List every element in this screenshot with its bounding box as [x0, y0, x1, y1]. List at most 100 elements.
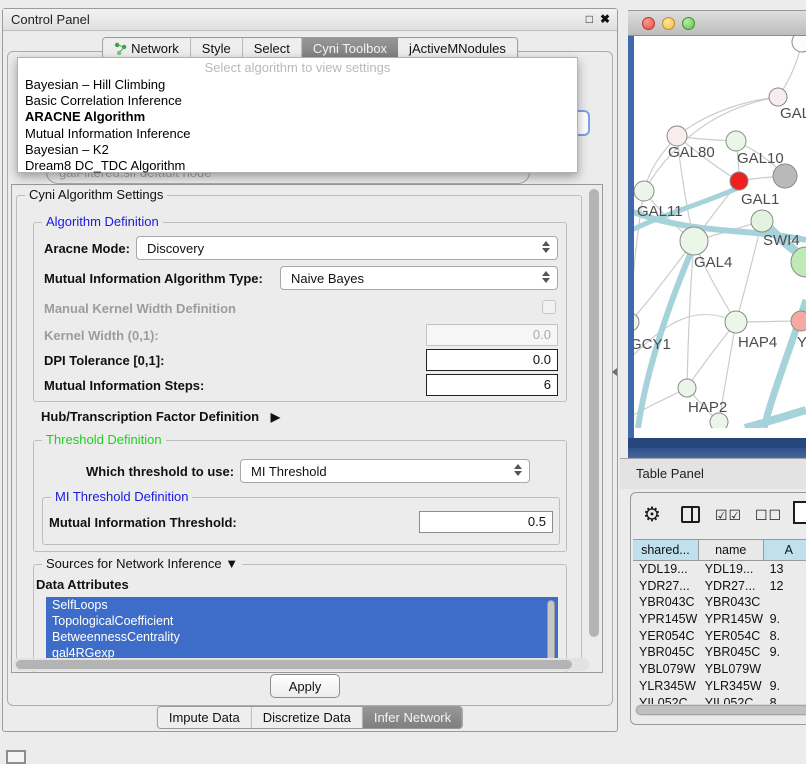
tab-jactivemnodules[interactable]: jActiveMNodules [398, 38, 517, 59]
table-row[interactable]: YLR345WYLR345W9. [633, 678, 806, 695]
threshold-definition-title: Threshold Definition [42, 432, 166, 447]
new-table-icon[interactable] [793, 501, 806, 524]
split-collapse-arrow-icon[interactable] [612, 368, 617, 376]
network-edge[interactable] [634, 241, 694, 322]
table-row[interactable]: YDR27...YDR27...12 [633, 578, 806, 595]
algorithm-option-dream8-dc-tdc-algorithm[interactable]: Dream8 DC_TDC Algorithm [18, 158, 577, 174]
column-header-a[interactable]: A [764, 540, 806, 560]
network-node[interactable] [792, 36, 806, 52]
algorithm-definition-group: Algorithm Definition Aracne Mode: Discov… [33, 222, 567, 402]
dpi-tolerance-field[interactable]: 0.0 [426, 349, 558, 371]
columns-icon[interactable] [681, 506, 700, 523]
tab-style[interactable]: Style [191, 38, 243, 59]
network-window-titlebar[interactable] [628, 10, 806, 36]
network-node[interactable] [769, 88, 787, 106]
aracne-mode-select[interactable]: Discovery [136, 236, 558, 260]
close-traffic-light-icon[interactable] [642, 17, 655, 30]
tab-discretize-data[interactable]: Discretize Data [252, 707, 363, 728]
table-cell: YER054C [699, 628, 764, 645]
column-header-shared[interactable]: shared... [633, 540, 699, 560]
minimize-traffic-light-icon[interactable] [662, 17, 675, 30]
attribute-item-selfloops[interactable]: SelfLoops [46, 597, 558, 613]
node-label-hap2: HAP2 [688, 399, 727, 416]
network-node[interactable] [730, 172, 748, 190]
settings-horizontal-scrollbar[interactable] [13, 658, 589, 671]
tab-label: Discretize Data [263, 710, 351, 725]
tab-cyni-toolbox[interactable]: Cyni Toolbox [302, 38, 398, 59]
algorithm-option-bayesian-hill-climbing[interactable]: Bayesian – Hill Climbing [18, 77, 577, 93]
tab-select[interactable]: Select [243, 38, 302, 59]
table-horizontal-scrollbar[interactable] [635, 704, 806, 716]
data-attributes-list[interactable]: SelfLoopsTopologicalCoefficientBetweenne… [46, 597, 558, 665]
table-row[interactable]: YBL079WYBL079W [633, 661, 806, 678]
float-window-icon[interactable]: □ [586, 12, 593, 26]
tab-label: jActiveMNodules [409, 41, 506, 56]
attribute-list-scrollbar[interactable] [547, 600, 557, 662]
cyni-algorithm-settings-group: Cyni Algorithm Settings Algorithm Defini… [16, 195, 582, 665]
network-node[interactable] [725, 311, 747, 333]
table-cell [764, 594, 806, 611]
hub-definition-expander[interactable]: Hub/Transcription Factor Definition ▶ [41, 409, 280, 424]
table-panel-body: ⚙ ☑☑ ☐☐ shared...nameAYDL19...YDL19...13… [630, 492, 806, 725]
mi-threshold-field[interactable]: 0.5 [419, 511, 553, 533]
network-edge[interactable] [677, 97, 778, 136]
column-header-name[interactable]: name [699, 540, 764, 560]
attribute-item-betweennesscentrality[interactable]: BetweennessCentrality [46, 629, 558, 645]
network-node[interactable] [791, 311, 806, 331]
mi-type-select[interactable]: Naive Bayes [280, 266, 558, 290]
settings-vertical-scrollbar[interactable] [587, 186, 601, 659]
select-all-checkboxes-icon[interactable]: ☑☑ [715, 507, 742, 524]
network-node[interactable] [726, 131, 746, 151]
network-node[interactable] [680, 227, 708, 255]
node-label-gal10: GAL10 [737, 150, 784, 167]
cyni-settings-group-title: Cyni Algorithm Settings [25, 187, 167, 202]
algorithm-option-aracne-algorithm[interactable]: ARACNE Algorithm [18, 109, 577, 125]
network-node[interactable] [678, 379, 696, 397]
algorithm-option-basic-correlation-inference[interactable]: Basic Correlation Inference [18, 93, 577, 109]
network-node[interactable] [634, 181, 654, 201]
expand-right-icon: ▶ [271, 410, 280, 424]
kernel-width-field[interactable]: 0.0 [426, 324, 558, 346]
table-cell: 9. [764, 678, 806, 695]
attribute-item-topologicalcoefficient[interactable]: TopologicalCoefficient [46, 613, 558, 629]
tab-label: Cyni Toolbox [313, 41, 387, 56]
tab-impute-data[interactable]: Impute Data [158, 707, 252, 728]
network-node[interactable] [751, 210, 773, 232]
network-edge[interactable] [687, 322, 736, 388]
gear-icon[interactable]: ⚙ [643, 502, 661, 527]
network-graph[interactable]: GALGAL80GAL10GAL1GAL11SWI4GAL4GCY1HAP4YH… [634, 36, 806, 428]
algorithm-option-bayesian-k2[interactable]: Bayesian – K2 [18, 142, 577, 158]
table-row[interactable]: YBR045CYBR045C9. [633, 644, 806, 661]
network-node[interactable] [667, 126, 687, 146]
network-window-frame-bottom [628, 438, 806, 448]
collapse-down-icon[interactable]: ▼ [225, 556, 238, 571]
table-row[interactable]: YBR043CYBR043C [633, 594, 806, 611]
table-row[interactable]: YDL19...YDL19...13 [633, 561, 806, 578]
network-canvas[interactable]: GALGAL80GAL10GAL1GAL11SWI4GAL4GCY1HAP4YH… [634, 36, 806, 438]
manual-kernel-checkbox[interactable] [542, 300, 556, 314]
close-icon[interactable]: ✖ [600, 12, 610, 26]
mi-type-label: Mutual Information Algorithm Type: [44, 271, 263, 286]
mi-steps-field[interactable]: 6 [426, 374, 558, 396]
deselect-all-checkboxes-icon[interactable]: ☐☐ [755, 507, 782, 524]
algorithm-option-mutual-information-inference[interactable]: Mutual Information Inference [18, 126, 577, 142]
table-toolbar: ⚙ ☑☑ ☐☐ [631, 493, 806, 539]
tab-infer-network[interactable]: Infer Network [363, 707, 462, 728]
network-edge[interactable] [745, 410, 806, 428]
algorithm-definition-title: Algorithm Definition [42, 214, 163, 229]
node-label-hap4: HAP4 [738, 334, 777, 351]
apply-button[interactable]: Apply [270, 674, 340, 698]
table-row[interactable]: YER054CYER054C8. [633, 628, 806, 645]
table-row[interactable]: YPR145WYPR145W9. [633, 611, 806, 628]
hub-definition-label: Hub/Transcription Factor Definition [41, 409, 259, 424]
network-node[interactable] [773, 164, 797, 188]
network-node[interactable] [634, 313, 639, 331]
which-threshold-select[interactable]: MI Threshold [240, 459, 530, 483]
table-panel-title: Table Panel [636, 466, 704, 481]
table-cell: YBL079W [633, 661, 699, 678]
node-label-gal1: GAL1 [741, 191, 779, 208]
node-table[interactable]: shared...nameAYDL19...YDL19...13YDR27...… [633, 539, 806, 724]
zoom-traffic-light-icon[interactable] [682, 17, 695, 30]
table-cell: 13 [764, 561, 806, 578]
tab-network[interactable]: Network [103, 38, 191, 59]
